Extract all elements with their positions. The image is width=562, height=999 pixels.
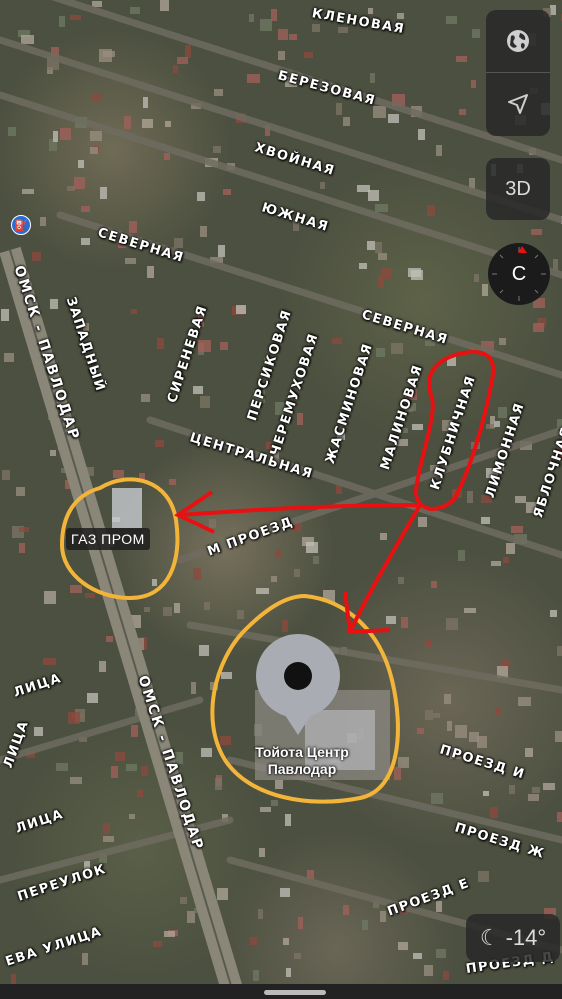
compass-button[interactable]: С (488, 243, 550, 305)
poi-label-gazprom[interactable]: ГАЗ ПРОМ (66, 528, 150, 550)
current-location-button[interactable] (486, 73, 550, 135)
red-arrow-to-gazprom (177, 503, 421, 517)
map-controls (486, 10, 550, 136)
3d-toggle-button[interactable]: 3D (486, 158, 550, 220)
location-arrow-icon (508, 94, 528, 114)
map-view[interactable]: КЛЕНОВАЯ БЕРЕЗОВАЯ ХВОЙНАЯ ЮЖНАЯ СЕВЕРНА… (0, 0, 562, 999)
weather-widget[interactable]: ☾ -14° (466, 914, 560, 962)
poi-label-toyota[interactable]: Тойота Центр Павлодар (222, 744, 382, 778)
home-indicator[interactable] (264, 990, 326, 995)
red-arrow-to-toyota (348, 504, 422, 633)
klubnichnaya-red-scribble (413, 350, 496, 511)
temperature-label: -14° (505, 925, 547, 950)
map-mode-button[interactable] (486, 10, 550, 72)
globe-icon (507, 30, 529, 52)
compass-north-label: С (511, 262, 527, 285)
moon-stars-icon: ☾ (479, 925, 500, 950)
location-pin-icon (256, 634, 340, 735)
annotation-overlay (59, 350, 496, 804)
